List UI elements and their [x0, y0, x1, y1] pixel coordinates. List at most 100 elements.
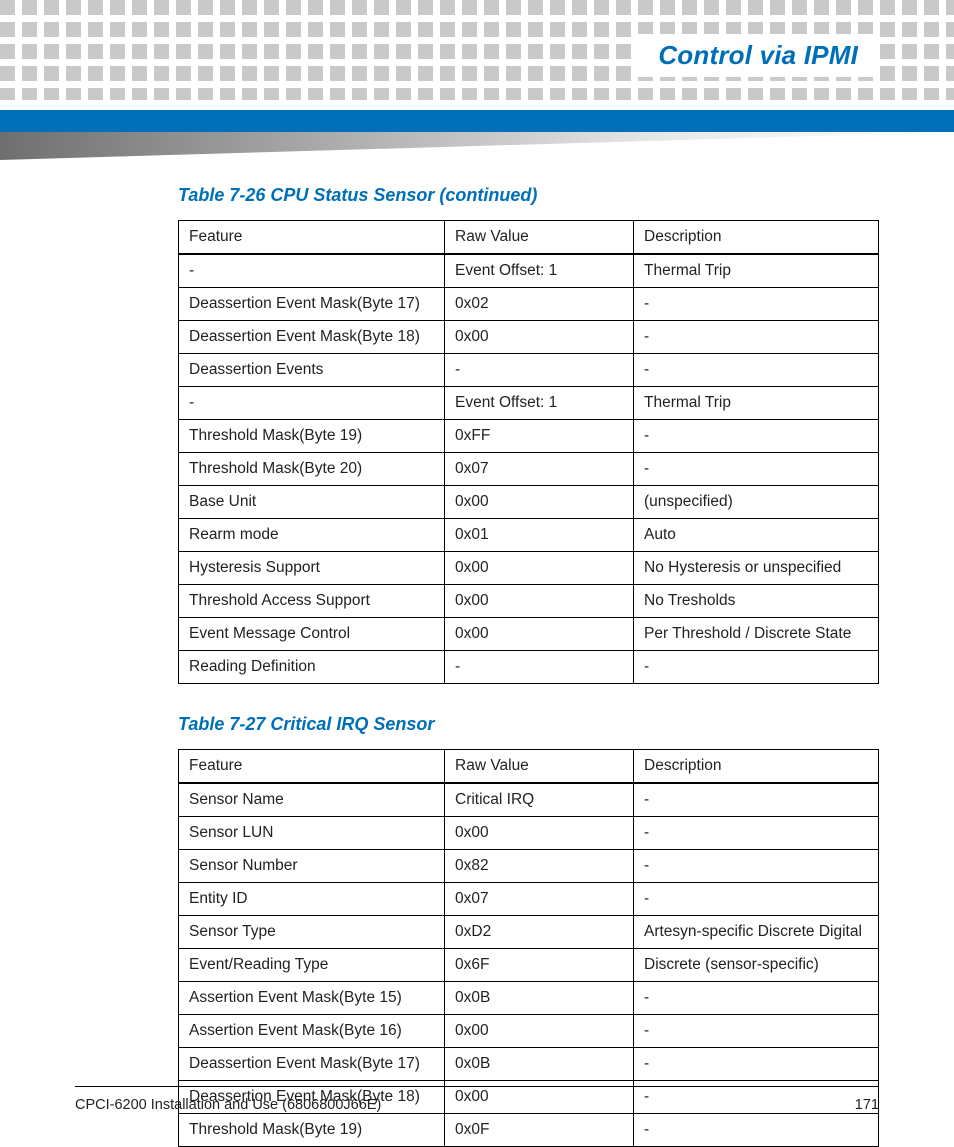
- table-row: Deassertion Event Mask(Byte 18)0x00-: [179, 321, 879, 354]
- table1-cell: 0x02: [445, 288, 634, 321]
- table2-cell: 0x00: [445, 1015, 634, 1048]
- table1-caption: Table 7-26 CPU Status Sensor (continued): [178, 185, 879, 206]
- table1-cell: -: [634, 651, 879, 684]
- table2-cell: 0x0F: [445, 1114, 634, 1147]
- table1-cell: 0x00: [445, 486, 634, 519]
- table1-cell: 0x01: [445, 519, 634, 552]
- table2-cell: Sensor Name: [179, 783, 445, 817]
- table2-cell: -: [634, 883, 879, 916]
- table1-cell: Reading Definition: [179, 651, 445, 684]
- table2-cell: Sensor Type: [179, 916, 445, 949]
- table1-cell: Deassertion Event Mask(Byte 17): [179, 288, 445, 321]
- table-row: Assertion Event Mask(Byte 16)0x00-: [179, 1015, 879, 1048]
- table1-cell: Event Offset: 1: [445, 387, 634, 420]
- table1-cell: 0x00: [445, 552, 634, 585]
- table1-cell: -: [445, 651, 634, 684]
- table-row: Threshold Mask(Byte 19)0xFF-: [179, 420, 879, 453]
- table2-cell: Deassertion Event Mask(Byte 17): [179, 1048, 445, 1081]
- table2-cell: -: [634, 982, 879, 1015]
- table1-cell: Rearm mode: [179, 519, 445, 552]
- table2-cell: 0x0B: [445, 982, 634, 1015]
- table1-cell: Per Threshold / Discrete State: [634, 618, 879, 651]
- table1-cell: 0x00: [445, 585, 634, 618]
- table2-cell: 0x82: [445, 850, 634, 883]
- table2-col2: Description: [634, 750, 879, 784]
- table-row: Sensor LUN0x00-: [179, 817, 879, 850]
- table1-cell: -: [634, 321, 879, 354]
- table1-cell: 0x07: [445, 453, 634, 486]
- header-blue-bar: [0, 110, 954, 132]
- table-row: Event Message Control0x00Per Threshold /…: [179, 618, 879, 651]
- table1-cell: (unspecified): [634, 486, 879, 519]
- table1-cell: 0x00: [445, 321, 634, 354]
- table1-cell: -: [634, 288, 879, 321]
- table1-cell: -: [634, 420, 879, 453]
- table1-cell: Event Offset: 1: [445, 254, 634, 288]
- table2-cell: 0x0B: [445, 1048, 634, 1081]
- table2-cell: -: [634, 850, 879, 883]
- table-row: Threshold Access Support0x00No Tresholds: [179, 585, 879, 618]
- table1-cell: Deassertion Event Mask(Byte 18): [179, 321, 445, 354]
- table2-cell: Assertion Event Mask(Byte 15): [179, 982, 445, 1015]
- table-row: Reading Definition--: [179, 651, 879, 684]
- table1-cell: Auto: [634, 519, 879, 552]
- table2-col1: Raw Value: [445, 750, 634, 784]
- table-row: Base Unit0x00(unspecified): [179, 486, 879, 519]
- footer-page-number: 171: [855, 1097, 879, 1113]
- page-header-title: Control via IPMI: [638, 34, 874, 77]
- table1-cell: Threshold Access Support: [179, 585, 445, 618]
- table2-cell: Sensor Number: [179, 850, 445, 883]
- table1-cell: No Tresholds: [634, 585, 879, 618]
- table1-cell: Threshold Mask(Byte 20): [179, 453, 445, 486]
- table2-cell: Event/Reading Type: [179, 949, 445, 982]
- table-row: -Event Offset: 1Thermal Trip: [179, 387, 879, 420]
- table1-cell: -: [634, 453, 879, 486]
- table-row: Threshold Mask(Byte 19)0x0F-: [179, 1114, 879, 1147]
- table-row: Event/Reading Type0x6FDiscrete (sensor-s…: [179, 949, 879, 982]
- header-wedge: [0, 132, 954, 160]
- table1-cell: Hysteresis Support: [179, 552, 445, 585]
- table1-cell: Deassertion Events: [179, 354, 445, 387]
- table-row: Sensor NameCritical IRQ-: [179, 783, 879, 817]
- table2-cell: Threshold Mask(Byte 19): [179, 1114, 445, 1147]
- table2-cell: 0x6F: [445, 949, 634, 982]
- table-row: Assertion Event Mask(Byte 15)0x0B-: [179, 982, 879, 1015]
- table1-cell: Thermal Trip: [634, 387, 879, 420]
- table2-cell: Sensor LUN: [179, 817, 445, 850]
- table2-cell: Assertion Event Mask(Byte 16): [179, 1015, 445, 1048]
- table-row: Sensor Number0x82-: [179, 850, 879, 883]
- table-row: -Event Offset: 1Thermal Trip: [179, 254, 879, 288]
- table2-cell: -: [634, 1048, 879, 1081]
- table1-cell: No Hysteresis or unspecified: [634, 552, 879, 585]
- table1-col2: Description: [634, 221, 879, 255]
- table2-cell: Critical IRQ: [445, 783, 634, 817]
- table-row: Threshold Mask(Byte 20)0x07-: [179, 453, 879, 486]
- table1-cell: Base Unit: [179, 486, 445, 519]
- table1-cell: -: [179, 254, 445, 288]
- table-row: Deassertion Event Mask(Byte 17)0x0B-: [179, 1048, 879, 1081]
- table1-cell: Thermal Trip: [634, 254, 879, 288]
- table2-cell: 0x07: [445, 883, 634, 916]
- table2-cell: 0xD2: [445, 916, 634, 949]
- table-row: Rearm mode0x01Auto: [179, 519, 879, 552]
- table2-cell: Discrete (sensor-specific): [634, 949, 879, 982]
- table1-cell: Threshold Mask(Byte 19): [179, 420, 445, 453]
- table2-cell: Artesyn-specific Discrete Digital: [634, 916, 879, 949]
- table2-cell: 0x00: [445, 817, 634, 850]
- table2-cell: Entity ID: [179, 883, 445, 916]
- table2-cell: -: [634, 1015, 879, 1048]
- table1-cell: -: [634, 354, 879, 387]
- table1-cell: -: [179, 387, 445, 420]
- table1-cell: 0x00: [445, 618, 634, 651]
- table1-cell: Event Message Control: [179, 618, 445, 651]
- table-row: Entity ID0x07-: [179, 883, 879, 916]
- table2-cell: -: [634, 783, 879, 817]
- table-row: Deassertion Event Mask(Byte 17)0x02-: [179, 288, 879, 321]
- table-row: Deassertion Events--: [179, 354, 879, 387]
- table2-cell: -: [634, 817, 879, 850]
- footer-doc-title: CPCI-6200 Installation and Use (6806800J…: [75, 1097, 381, 1113]
- table1-col0: Feature: [179, 221, 445, 255]
- table2-cell: -: [634, 1114, 879, 1147]
- table1-col1: Raw Value: [445, 221, 634, 255]
- table2-caption: Table 7-27 Critical IRQ Sensor: [178, 714, 879, 735]
